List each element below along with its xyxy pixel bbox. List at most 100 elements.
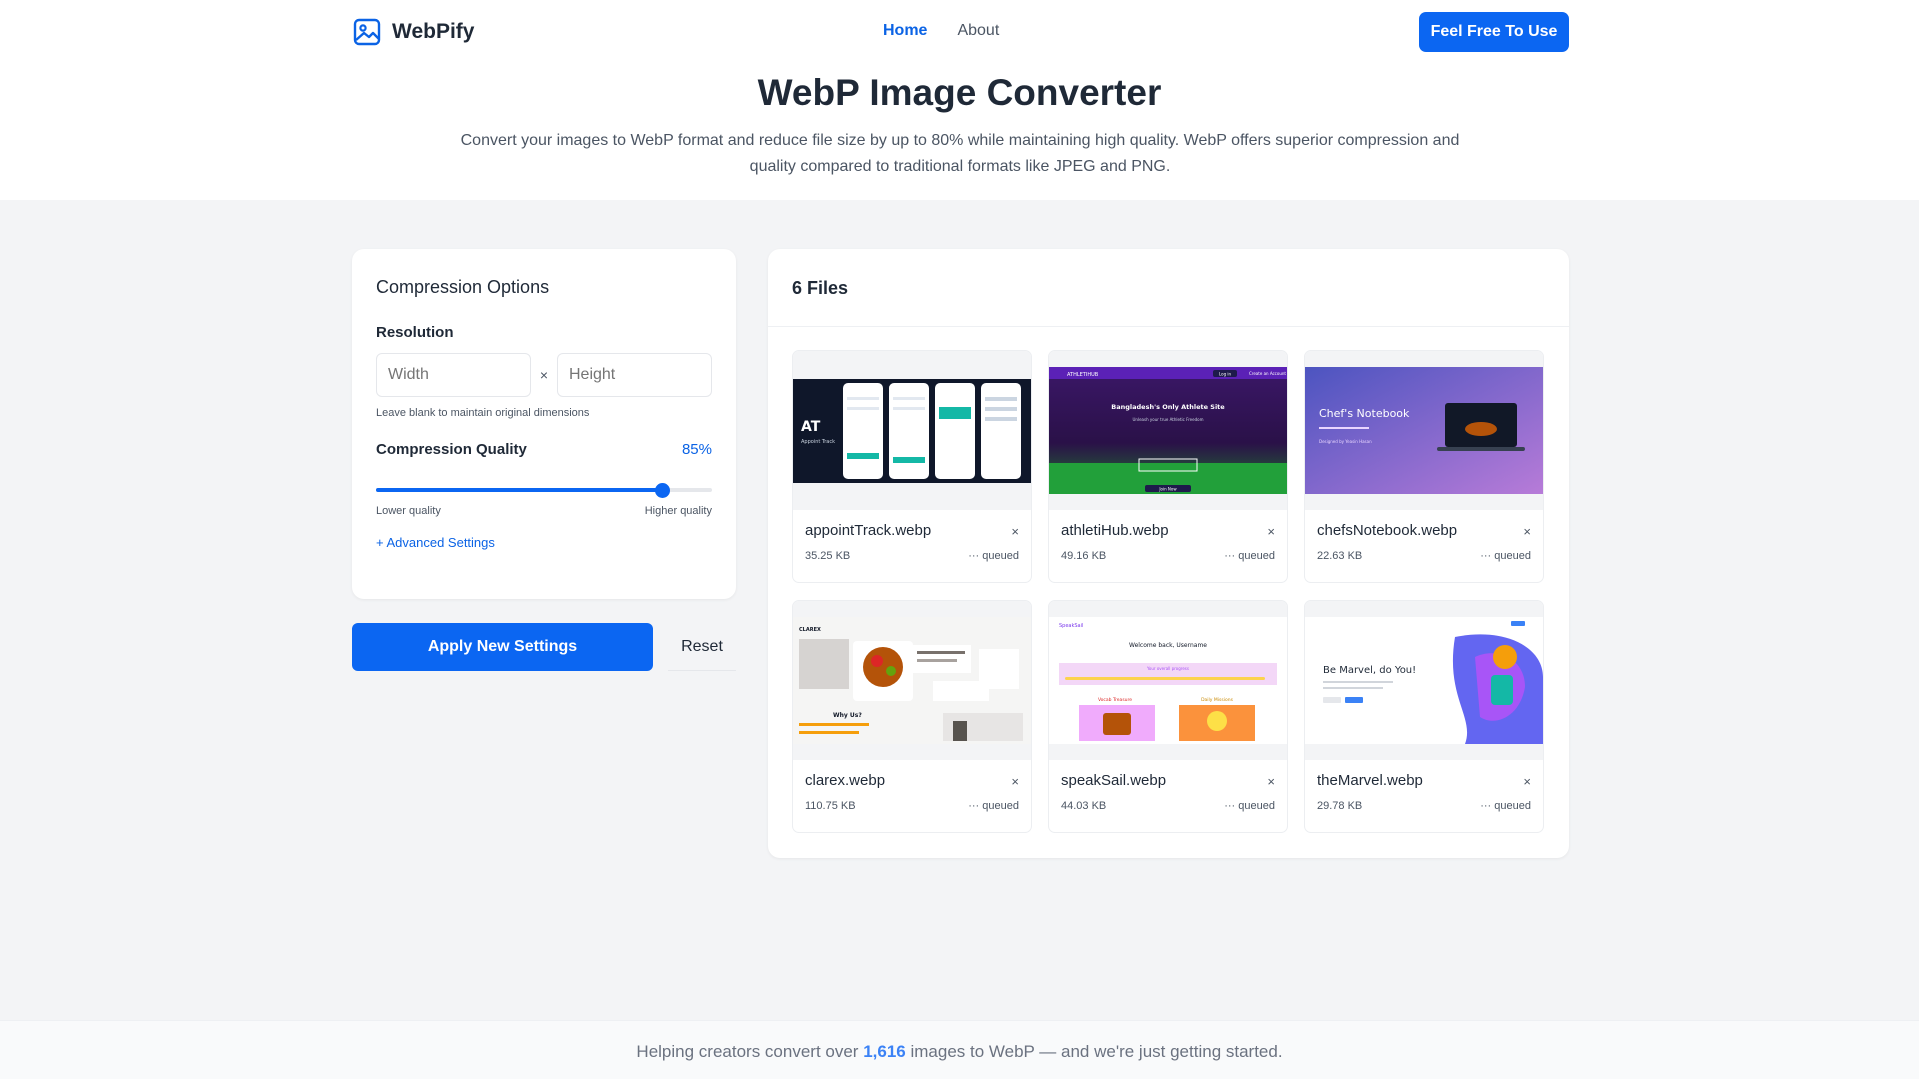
thumbnail-image: Chef's Notebook Designed by Yeasin Hasan — [1305, 367, 1543, 494]
svg-text:Designed by Yeasin Hasan: Designed by Yeasin Hasan — [1319, 439, 1372, 444]
svg-text:Create an Account: Create an Account — [1249, 371, 1286, 376]
file-name: speakSail.webp — [1061, 772, 1167, 789]
file-details: 49.16 KB ··· queued — [1061, 550, 1275, 562]
slider-labels: Lower quality Higher quality — [376, 505, 712, 517]
file-thumbnail: CLAREX Why Us? — [793, 601, 1031, 760]
file-size: 110.75 KB — [805, 800, 856, 812]
file-status: ··· queued — [1480, 550, 1531, 562]
resolution-row: × — [376, 353, 712, 397]
nav-home[interactable]: Home — [883, 22, 927, 40]
file-status: ··· queued — [1480, 800, 1531, 812]
thumbnail-image: Be Marvel, do You! — [1305, 617, 1543, 744]
file-name: athletiHub.webp — [1061, 522, 1169, 539]
svg-text:Chef's Notebook: Chef's Notebook — [1319, 407, 1410, 420]
options-title: Compression Options — [376, 277, 550, 297]
quality-value: 85% — [681, 441, 712, 458]
page-subtitle: Convert your images to WebP format and r… — [460, 132, 1460, 175]
file-details: 22.63 KB ··· queued — [1317, 550, 1531, 562]
page-title: WebP Image Converter — [757, 72, 1162, 113]
width-input[interactable] — [376, 353, 531, 397]
higher-quality-label: Higher quality — [644, 505, 712, 517]
footer-suffix: images to WebP — and we're just getting … — [905, 1042, 1283, 1061]
svg-text:Daily Missions: Daily Missions — [1201, 697, 1233, 703]
remove-file-icon[interactable]: × — [1523, 524, 1531, 539]
svg-text:Bangladesh's Only Athlete Site: Bangladesh's Only Athlete Site — [1111, 403, 1225, 411]
files-title: 6 Files — [768, 249, 1569, 327]
apply-settings-button[interactable]: Apply New Settings — [352, 623, 653, 671]
footer-count: 1,616 — [863, 1042, 906, 1061]
header: WebPify Home About Feel Free To Use WebP… — [0, 0, 1919, 200]
remove-file-icon[interactable]: × — [1523, 774, 1531, 789]
file-meta: clarex.webp × 110.75 KB ··· queued — [793, 760, 1031, 812]
resolution-hint: Leave blank to maintain original dimensi… — [376, 407, 590, 419]
quality-label: Compression Quality — [376, 441, 527, 458]
slider-thumb[interactable] — [654, 483, 670, 498]
file-thumbnail: Be Marvel, do You! — [1305, 601, 1543, 760]
logo[interactable]: WebPify — [352, 17, 474, 47]
thumbnail-image: ATHLETIHUB Log in Create an Account Bang… — [1049, 367, 1287, 494]
svg-text:SpeakSail: SpeakSail — [1059, 623, 1083, 629]
file-thumbnail: SpeakSail Welcome back, Username Your ov… — [1049, 601, 1287, 760]
file-status: ··· queued — [968, 550, 1019, 562]
quality-row: Compression Quality 85% — [376, 441, 712, 458]
file-card[interactable]: Be Marvel, do You! theMarvel.webp × 29.7… — [1304, 600, 1544, 833]
file-status: ··· queued — [1224, 800, 1275, 812]
remove-file-icon[interactable]: × — [1011, 774, 1019, 789]
svg-text:Your overall progress: Your overall progress — [1146, 666, 1189, 671]
resolution-label: Resolution — [376, 324, 454, 341]
svg-text:Join Now: Join Now — [1158, 487, 1177, 492]
svg-text:CLAREX: CLAREX — [799, 627, 821, 633]
nav-about[interactable]: About — [957, 22, 999, 40]
reset-button[interactable]: Reset — [668, 623, 736, 671]
file-card[interactable]: AT Appoint Track appointTrack.webp × 35.… — [792, 350, 1032, 583]
svg-text:ATHLETIHUB: ATHLETIHUB — [1067, 372, 1099, 378]
file-size: 49.16 KB — [1061, 550, 1107, 562]
file-details: 44.03 KB ··· queued — [1061, 800, 1275, 812]
slider-fill — [376, 488, 662, 492]
file-details: 29.78 KB ··· queued — [1317, 800, 1531, 812]
svg-text:Be Marvel, do You!: Be Marvel, do You! — [1323, 665, 1416, 676]
file-name: clarex.webp — [805, 772, 886, 789]
thumbnail-image: SpeakSail Welcome back, Username Your ov… — [1049, 617, 1287, 744]
footer-prefix: Helping creators convert over — [636, 1042, 864, 1061]
file-size: 22.63 KB — [1317, 550, 1363, 562]
navbar: WebPify Home About Feel Free To Use — [0, 0, 1919, 64]
remove-file-icon[interactable]: × — [1267, 774, 1275, 789]
thumbnail-image: CLAREX Why Us? — [793, 617, 1031, 744]
file-card[interactable]: CLAREX Why Us? clarex.webp × 110.75 KB ·… — [792, 600, 1032, 833]
file-meta: chefsNotebook.webp × 22.63 KB ··· queued — [1305, 510, 1543, 562]
svg-text:Why Us?: Why Us? — [833, 712, 862, 719]
feel-free-button[interactable]: Feel Free To Use — [1419, 12, 1569, 52]
compression-options-panel: Compression Options Resolution × Leave b… — [352, 249, 736, 599]
file-size: 29.78 KB — [1317, 800, 1363, 812]
files-panel: 6 Files AT Appoint Track appointTrack.we… — [768, 249, 1569, 858]
file-card[interactable]: ATHLETIHUB Log in Create an Account Bang… — [1048, 350, 1288, 583]
svg-text:Log in: Log in — [1219, 372, 1232, 377]
image-icon — [353, 18, 381, 46]
svg-text:Unleash your true Athletic Fre: Unleash your true Athletic Freedom — [1133, 417, 1204, 422]
file-card[interactable]: SpeakSail Welcome back, Username Your ov… — [1048, 600, 1288, 833]
file-details: 110.75 KB ··· queued — [805, 800, 1019, 812]
footer: Helping creators convert over 1,616 imag… — [0, 1020, 1919, 1079]
thumbnail-image: AT Appoint Track — [793, 379, 1031, 483]
brand-name: WebPify — [392, 20, 475, 43]
lower-quality-label: Lower quality — [376, 505, 441, 517]
file-name: appointTrack.webp — [805, 522, 932, 539]
file-name: theMarvel.webp — [1317, 772, 1423, 789]
quality-slider[interactable] — [376, 483, 712, 498]
remove-file-icon[interactable]: × — [1267, 524, 1275, 539]
svg-text:Vocab Treasure: Vocab Treasure — [1098, 697, 1132, 703]
svg-text:Welcome back, Username: Welcome back, Username — [1129, 642, 1207, 649]
file-meta: appointTrack.webp × 35.25 KB ··· queued — [793, 510, 1031, 562]
file-thumbnail: Chef's Notebook Designed by Yeasin Hasan — [1305, 351, 1543, 510]
advanced-settings-link[interactable]: + Advanced Settings — [376, 535, 712, 550]
height-input[interactable] — [557, 353, 712, 397]
times-symbol: × — [539, 367, 549, 383]
file-status: ··· queued — [968, 800, 1019, 812]
file-card[interactable]: Chef's Notebook Designed by Yeasin Hasan… — [1304, 350, 1544, 583]
svg-text:Appoint Track: Appoint Track — [801, 439, 835, 445]
nav-links: Home About — [883, 22, 999, 40]
remove-file-icon[interactable]: × — [1011, 524, 1019, 539]
file-meta: theMarvel.webp × 29.78 KB ··· queued — [1305, 760, 1543, 812]
file-name: chefsNotebook.webp — [1317, 522, 1458, 539]
